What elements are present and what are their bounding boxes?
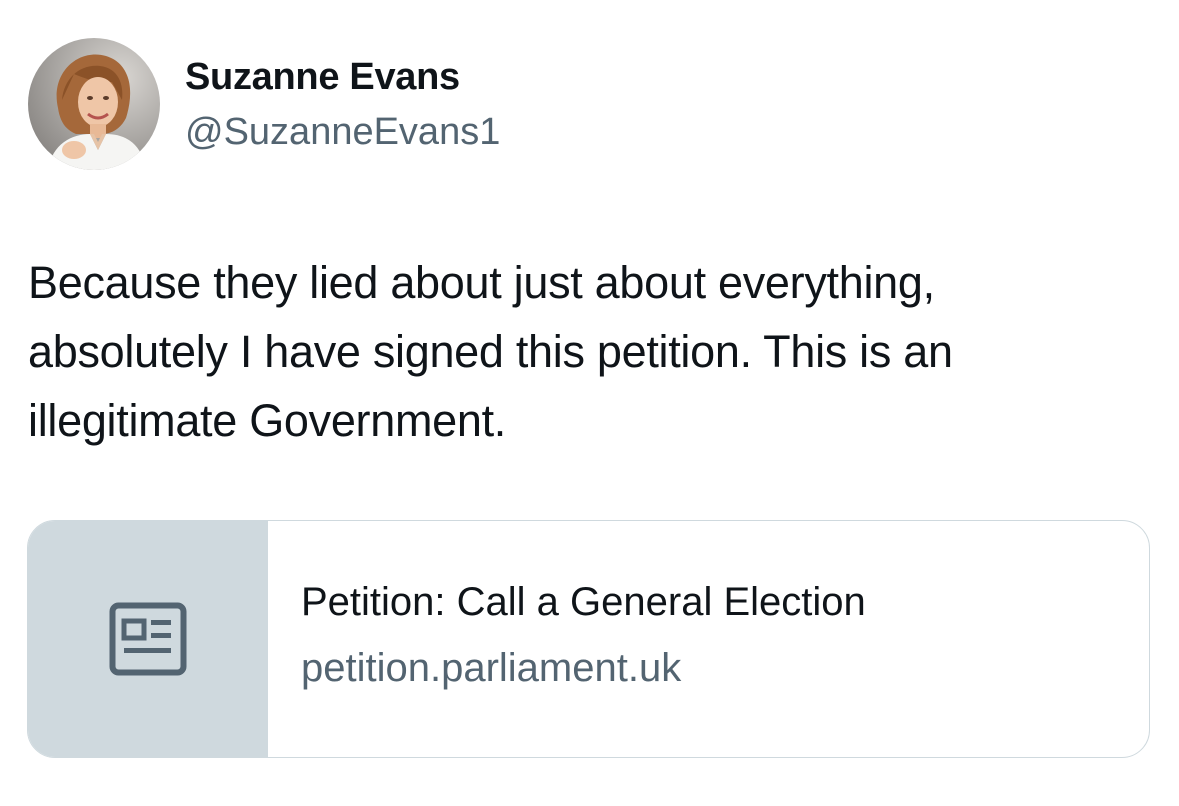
author-display-name[interactable]: Suzanne Evans	[185, 54, 460, 100]
avatar[interactable]	[28, 38, 160, 170]
article-icon	[109, 602, 186, 676]
avatar-photo	[28, 38, 160, 170]
link-card-title: Petition: Call a General Election	[301, 580, 866, 624]
link-card-thumbnail	[28, 521, 268, 757]
tweet-text: Because they lied about just about every…	[28, 257, 953, 446]
link-card[interactable]: Petition: Call a General Election petiti…	[27, 520, 1150, 758]
author-handle[interactable]: @SuzanneEvans1	[185, 109, 500, 155]
link-card-domain: petition.parliament.uk	[301, 646, 682, 690]
